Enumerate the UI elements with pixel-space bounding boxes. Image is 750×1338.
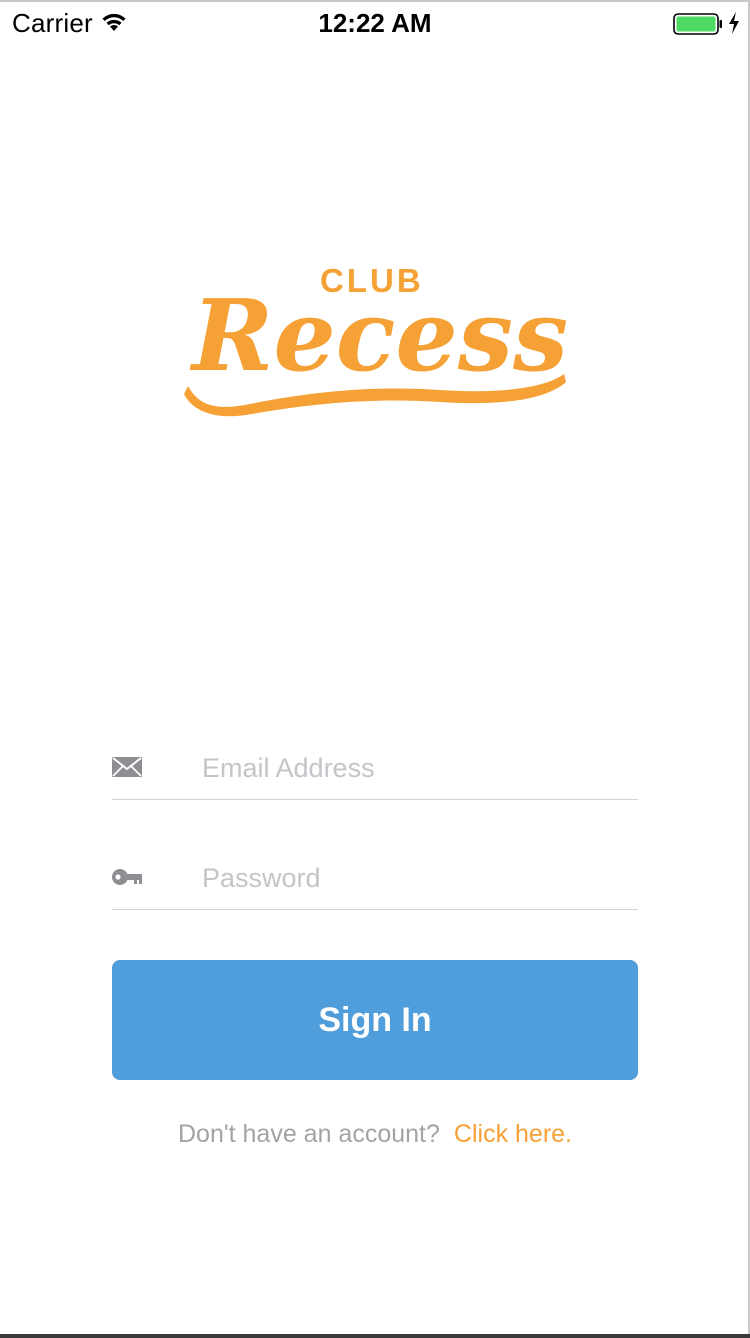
clock: 12:22 AM (318, 8, 432, 38)
signup-link[interactable]: Click here. (454, 1120, 572, 1148)
charging-bolt-icon (729, 12, 739, 34)
battery-icon (673, 13, 722, 35)
status-bar: Carrier 12:22 AM (0, 2, 750, 42)
email-field (112, 740, 638, 800)
envelope-icon (112, 757, 142, 777)
email-input[interactable] (202, 746, 632, 790)
signup-prompt: Don't have an account? (178, 1120, 440, 1148)
club-recess-logo: Recess CLUB (180, 258, 570, 418)
bottom-border (0, 1334, 750, 1338)
password-input[interactable] (202, 856, 632, 900)
password-field (112, 850, 638, 910)
logo-club-text: CLUB (320, 262, 424, 299)
key-icon (112, 869, 142, 885)
sign-in-button[interactable]: Sign In (112, 960, 638, 1080)
login-screen: Carrier 12:22 AM Recess CLUB Email Addre… (0, 0, 750, 1338)
signup-row: Don't have an account? Click here. (0, 1120, 750, 1149)
